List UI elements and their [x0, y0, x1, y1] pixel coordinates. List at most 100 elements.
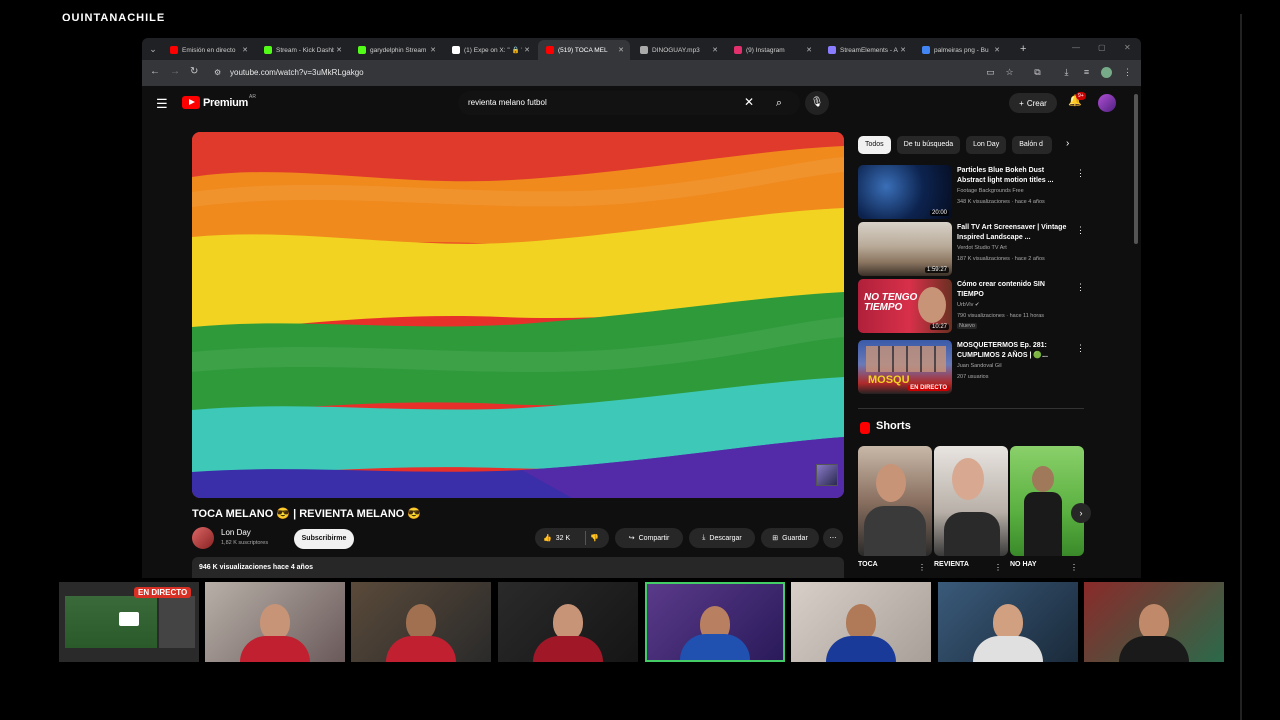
subscribe-button[interactable]: Subscribirme [294, 529, 354, 549]
more-options-icon[interactable]: ⋮ [1070, 563, 1078, 572]
clear-search-icon[interactable]: ✕ [744, 95, 754, 109]
short-face [952, 458, 984, 500]
browser-tab[interactable]: palmeiras png - Bu ✕ [914, 40, 1006, 60]
chevron-right-icon[interactable]: › [1066, 138, 1069, 149]
cast-icon[interactable]: ▭ [985, 67, 996, 78]
avatar[interactable] [1098, 94, 1116, 112]
video-thumbnail: 20:00 [858, 165, 952, 219]
profile-icon[interactable] [1101, 67, 1112, 78]
create-button[interactable]: + Crear [1009, 93, 1057, 113]
close-tab-icon[interactable]: ✕ [240, 46, 250, 54]
channel-avatar[interactable] [192, 527, 214, 549]
short-card[interactable] [1010, 446, 1084, 556]
create-label: Crear [1026, 98, 1047, 108]
microphone-icon[interactable]: 🎙 [805, 91, 829, 115]
back-icon[interactable]: ← [150, 66, 160, 77]
more-options-icon[interactable]: ⋮ [1076, 225, 1085, 236]
bookmark-star-icon[interactable]: ☆ [1004, 67, 1015, 78]
thumbs-up-icon: 👍 [543, 535, 552, 542]
more-options-icon[interactable]: ⋮ [1076, 168, 1085, 179]
browser-tab[interactable]: Stream - Kick Dashb ✕ [256, 40, 348, 60]
close-tab-icon[interactable]: ✕ [898, 46, 908, 54]
maximize-icon[interactable]: ▢ [1098, 43, 1106, 52]
rec-title: Cómo crear contenido SIN TIEMPO [957, 281, 1045, 298]
chip-channel[interactable]: Lon Day [966, 136, 1007, 154]
close-tab-icon[interactable]: ✕ [616, 46, 626, 54]
scrollbar[interactable] [1134, 94, 1138, 244]
extensions-icon[interactable]: ⧉ [1032, 67, 1043, 78]
description-box[interactable]: 946 K visualizaciones hace 4 años [192, 557, 844, 578]
download-button[interactable]: ⤓ Descargar [689, 528, 755, 548]
close-tab-icon[interactable]: ✕ [710, 46, 720, 54]
rec-meta: 187 K visualizaciones · hace 2 años [957, 256, 1045, 262]
rec-channel: Juan Sandoval Gil [957, 363, 1002, 369]
reload-icon[interactable]: ↻ [190, 66, 198, 77]
channel-name[interactable]: Lon Day [221, 528, 251, 537]
menu-icon[interactable]: ☰ [156, 96, 168, 112]
rainbow-flag-video [192, 132, 844, 498]
list-item[interactable]: 20:00 Particles Blue Bokeh Dust Abstract… [858, 165, 1088, 221]
close-tab-icon[interactable]: ✕ [522, 46, 532, 54]
more-options-icon[interactable]: ⋮ [994, 563, 1002, 572]
chip-from-search[interactable]: De tu búsqueda [896, 136, 961, 154]
browser-menu-icon[interactable]: ⋮ [1122, 67, 1133, 78]
list-item[interactable]: 1:59:27 Fall TV Art Screensaver | Vintag… [858, 222, 1088, 278]
browser-tab[interactable]: StreamElements - A ✕ [820, 40, 912, 60]
tab-label: (9) Instagram [746, 46, 785, 54]
list-item[interactable]: MOSQU EN DIRECTO MOSQUETERMOS Ep. 281: C… [858, 340, 1088, 396]
browser-tab[interactable]: Emisión en directo ✕ [162, 40, 254, 60]
shorts-next-icon[interactable]: › [1071, 503, 1091, 523]
chip-all[interactable]: Todos [858, 136, 891, 154]
close-window-icon[interactable]: ✕ [1124, 43, 1131, 52]
minimize-icon[interactable]: — [1072, 43, 1080, 52]
channel-watermark[interactable] [816, 464, 838, 486]
youtube-logo[interactable]: Premium AR [182, 94, 256, 109]
short-title[interactable]: TOCA [858, 561, 878, 568]
more-options-icon[interactable]: ⋮ [918, 563, 926, 572]
tab-label: Emisión en directo [182, 46, 236, 54]
close-tab-icon[interactable]: ✕ [334, 46, 344, 54]
short-title[interactable]: REVIENTA [934, 561, 969, 568]
chip-balon[interactable]: Balón d [1012, 136, 1053, 154]
rec-title: Fall TV Art Screensaver | Vintage Inspir… [957, 224, 1067, 241]
browser-tab[interactable]: garydelphin Stream ✕ [350, 40, 442, 60]
duration-badge: 20:00 [929, 210, 949, 216]
list-item[interactable]: NO TENGO TIEMPO 10:27 Cómo crear conteni… [858, 279, 1088, 335]
cam-face [260, 604, 290, 640]
thumbs-down-icon[interactable]: 👎 [590, 534, 599, 542]
url-text[interactable]: youtube.com/watch?v=3uMkRLgakgo [230, 68, 364, 77]
save-button[interactable]: ⊞ Guardar [761, 528, 819, 548]
forward-icon[interactable]: → [170, 66, 180, 77]
search-icon[interactable]: ⌕ [766, 94, 792, 112]
tab-search-icon[interactable]: ⌄ [146, 42, 160, 56]
stream-overlay-title: QUINTANACHILE [62, 12, 166, 21]
short-card[interactable] [858, 446, 932, 556]
close-tab-icon[interactable]: ✕ [428, 46, 438, 54]
more-options-icon[interactable]: ⋮ [1076, 282, 1085, 293]
short-card[interactable] [934, 446, 1008, 556]
browser-tab[interactable]: DINOGUAY.mp3 ✕ [632, 40, 724, 60]
short-title[interactable]: NO HAY [1010, 561, 1037, 568]
site-info-icon[interactable]: ⚙ [214, 68, 221, 77]
like-count: 32 K [555, 534, 571, 542]
rec-channel: UrbViv ✔ [957, 302, 980, 308]
share-label: Compartir [638, 534, 670, 542]
browser-tab[interactable]: (1) Expe on X: " 🔒 " ✕ [444, 40, 536, 60]
like-button[interactable]: 👍 32 K 👎 [535, 528, 609, 548]
tab-bar: ⌄ Emisión en directo ✕ Stream - Kick Dashb… [142, 38, 1141, 60]
video-title: TOCA MELANO 😎 | REVIENTA MELANO 😎 [192, 508, 422, 520]
new-tab-button[interactable]: + [1020, 43, 1026, 55]
download-icon[interactable]: ⤓ [1061, 67, 1072, 78]
share-button[interactable]: ↪ Compartir [615, 528, 683, 548]
more-actions-icon[interactable]: ⋯ [823, 528, 843, 548]
video-player[interactable] [192, 132, 844, 498]
browser-tab[interactable]: (519) TOCA MEL ✕ [538, 40, 630, 60]
close-tab-icon[interactable]: ✕ [804, 46, 814, 54]
cam-face [1139, 604, 1169, 640]
search-box[interactable]: revienta melano futbol ✕ ⌕ [458, 91, 800, 115]
more-options-icon[interactable]: ⋮ [1076, 343, 1085, 354]
extension-icon[interactable]: ≡ [1081, 67, 1092, 78]
browser-tab[interactable]: (9) Instagram ✕ [726, 40, 818, 60]
close-tab-icon[interactable]: ✕ [992, 46, 1002, 54]
search-input[interactable]: revienta melano futbol [468, 98, 547, 107]
